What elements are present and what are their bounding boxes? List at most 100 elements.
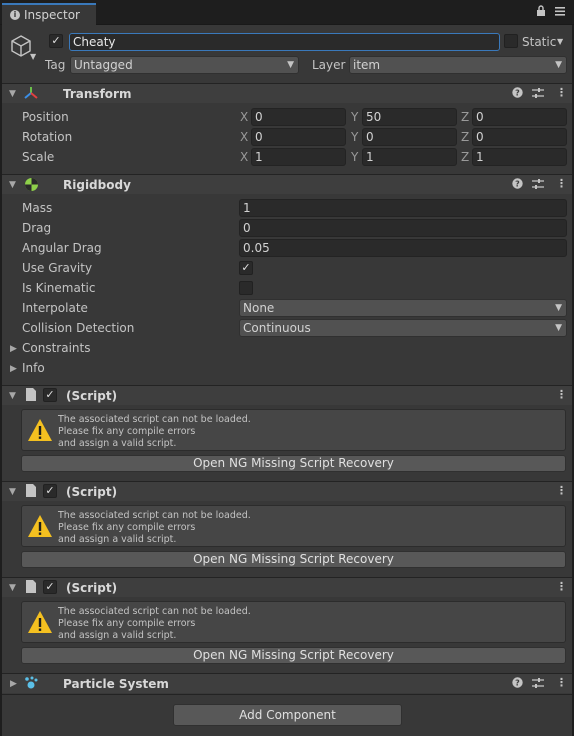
open-missing-script-recovery-button[interactable]: Open NG Missing Script Recovery xyxy=(21,455,566,472)
rotation-x-field[interactable]: 0 xyxy=(251,128,346,146)
preset-icon[interactable] xyxy=(532,677,544,692)
scale-y-field[interactable]: 1 xyxy=(362,148,457,166)
collision-detection-label: Collision Detection xyxy=(22,321,135,335)
foldout-expanded-icon[interactable]: ▼ xyxy=(9,391,16,401)
icon-dropdown-arrow-icon[interactable]: ▼ xyxy=(30,52,36,61)
foldout-collapsed-icon[interactable]: ▶ xyxy=(10,344,17,354)
foldout-expanded-icon[interactable]: ▼ xyxy=(9,180,16,190)
constraints-foldout[interactable]: Constraints xyxy=(22,341,90,355)
warning-icon xyxy=(27,513,53,539)
scale-label: Scale xyxy=(22,150,55,164)
component-menu-icon[interactable]: ⋮ xyxy=(556,484,567,497)
foldout-expanded-icon[interactable]: ▼ xyxy=(9,487,16,497)
script-enabled-checkbox[interactable]: ✓ xyxy=(43,580,57,594)
component-menu-icon[interactable]: ⋮ xyxy=(556,580,567,593)
warning-icon xyxy=(27,609,53,635)
tab-inspector-label: Inspector xyxy=(24,8,80,22)
foldout-collapsed-icon[interactable]: ▶ xyxy=(10,679,17,689)
script-title: (Script) xyxy=(66,389,118,403)
layer-label: Layer xyxy=(312,58,346,72)
position-y-field[interactable]: 50 xyxy=(362,108,457,126)
lock-icon[interactable] xyxy=(536,5,546,20)
drag-field[interactable]: 0 xyxy=(239,219,567,237)
component-menu-icon[interactable]: ⋮ xyxy=(556,177,567,190)
layer-dropdown[interactable]: item ▼ xyxy=(349,56,567,74)
static-dropdown-arrow-icon[interactable]: ▼ xyxy=(557,37,563,46)
open-missing-script-recovery-button[interactable]: Open NG Missing Script Recovery xyxy=(21,551,566,568)
add-component-button[interactable]: Add Component xyxy=(173,704,402,726)
axis-y-label: Y xyxy=(351,150,359,164)
particle-system-icon xyxy=(24,676,38,693)
collision-detection-value: Continuous xyxy=(243,321,311,335)
interpolate-dropdown[interactable]: None ▼ xyxy=(239,299,567,317)
drag-label: Drag xyxy=(22,221,52,235)
kebab-menu-icon[interactable] xyxy=(555,4,565,21)
divider xyxy=(2,694,572,695)
axis-x-label: X xyxy=(240,150,249,164)
help-icon[interactable]: ? xyxy=(512,677,523,691)
tag-dropdown[interactable]: Untagged ▼ xyxy=(70,56,299,74)
axis-x-label: X xyxy=(240,130,249,144)
component-menu-icon[interactable]: ⋮ xyxy=(556,676,567,689)
static-label: Static xyxy=(522,35,557,49)
script-enabled-checkbox[interactable]: ✓ xyxy=(43,484,57,498)
chevron-down-icon: ▼ xyxy=(555,303,562,313)
info-foldout[interactable]: Info xyxy=(22,361,45,375)
rotation-label: Rotation xyxy=(22,130,73,144)
angular-drag-field[interactable]: 0.05 xyxy=(239,239,567,257)
scale-z-field[interactable]: 1 xyxy=(472,148,567,166)
preset-icon[interactable] xyxy=(532,87,544,102)
axis-y-label: Y xyxy=(351,110,359,124)
scale-x-field[interactable]: 1 xyxy=(251,148,346,166)
position-z-field[interactable]: 0 xyxy=(472,108,567,126)
static-toggle[interactable] xyxy=(504,34,518,48)
chevron-down-icon: ▼ xyxy=(287,60,294,70)
missing-script-warning: The associated script can not be loaded.… xyxy=(21,505,566,547)
svg-text:?: ? xyxy=(515,679,520,688)
component-menu-icon[interactable]: ⋮ xyxy=(556,86,567,99)
position-x-field[interactable]: 0 xyxy=(251,108,346,126)
script-title: (Script) xyxy=(66,485,118,499)
collision-detection-dropdown[interactable]: Continuous ▼ xyxy=(239,319,567,337)
foldout-collapsed-icon[interactable]: ▶ xyxy=(10,364,17,374)
svg-text:?: ? xyxy=(515,180,520,189)
help-icon[interactable]: ? xyxy=(512,178,523,192)
open-missing-script-recovery-button[interactable]: Open NG Missing Script Recovery xyxy=(21,647,566,664)
tab-bar: i Inspector xyxy=(0,0,574,25)
gameobject-name-input[interactable]: Cheaty xyxy=(69,33,500,51)
chevron-down-icon: ▼ xyxy=(555,323,562,333)
tab-inspector[interactable]: i Inspector xyxy=(2,3,96,25)
script-file-icon xyxy=(26,580,36,596)
particle-system-title: Particle System xyxy=(63,677,169,691)
help-icon[interactable]: ? xyxy=(512,87,523,101)
tag-value: Untagged xyxy=(74,58,133,72)
interpolate-label: Interpolate xyxy=(22,301,88,315)
script-title: (Script) xyxy=(66,581,118,595)
component-menu-icon[interactable]: ⋮ xyxy=(556,388,567,401)
transform-icon xyxy=(24,86,38,103)
axis-y-label: Y xyxy=(351,130,359,144)
active-toggle[interactable]: ✓ xyxy=(49,34,63,48)
rotation-y-field[interactable]: 0 xyxy=(362,128,457,146)
tag-label: Tag xyxy=(45,58,66,72)
foldout-expanded-icon[interactable]: ▼ xyxy=(9,89,16,99)
missing-script-warning: The associated script can not be loaded.… xyxy=(21,409,566,451)
mass-field[interactable]: 1 xyxy=(239,199,567,217)
axis-z-label: Z xyxy=(461,130,470,144)
rigidbody-title: Rigidbody xyxy=(63,178,131,192)
script-file-icon xyxy=(26,484,36,500)
warning-message: The associated script can not be loaded.… xyxy=(58,606,251,641)
is-kinematic-checkbox[interactable] xyxy=(239,281,253,295)
foldout-expanded-icon[interactable]: ▼ xyxy=(9,583,16,593)
use-gravity-checkbox[interactable]: ✓ xyxy=(239,261,253,275)
axis-z-label: Z xyxy=(461,110,470,124)
svg-text:?: ? xyxy=(515,89,520,98)
rotation-z-field[interactable]: 0 xyxy=(472,128,567,146)
missing-script-warning: The associated script can not be loaded.… xyxy=(21,601,566,643)
use-gravity-label: Use Gravity xyxy=(22,261,93,275)
mass-label: Mass xyxy=(22,201,53,215)
warning-message: The associated script can not be loaded.… xyxy=(58,414,251,449)
script-enabled-checkbox[interactable]: ✓ xyxy=(43,388,57,402)
warning-icon xyxy=(27,417,53,443)
preset-icon[interactable] xyxy=(532,178,544,193)
